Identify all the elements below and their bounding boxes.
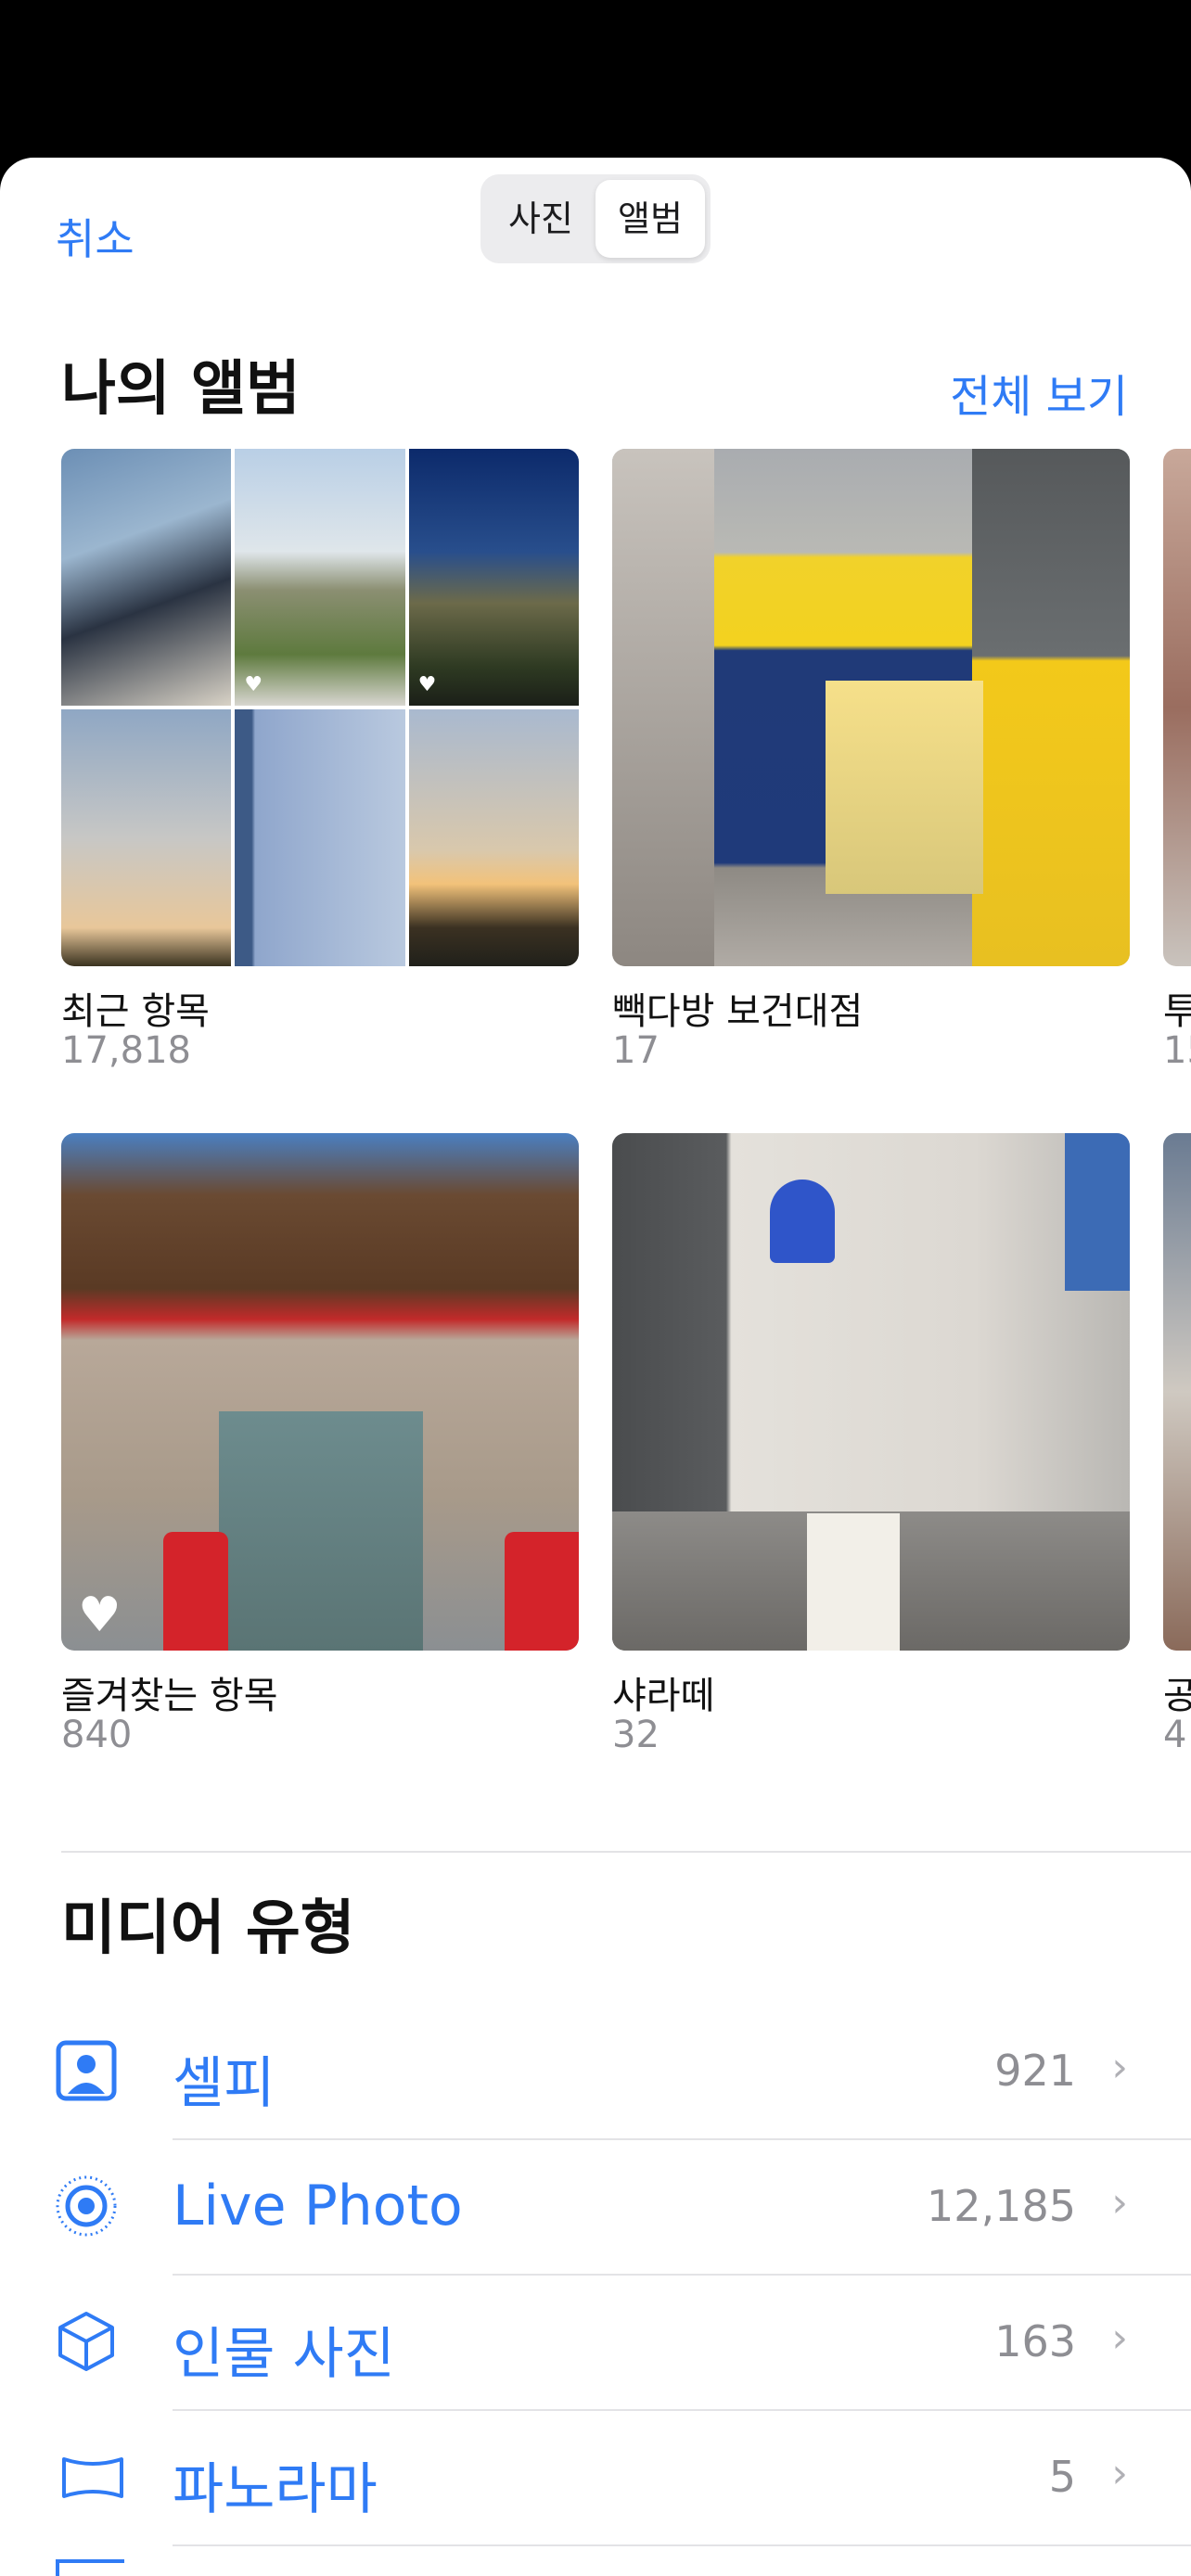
album-count: 17: [612, 1029, 660, 1072]
panorama-icon: [62, 2457, 123, 2498]
favorite-heart-icon: ♥: [78, 1588, 122, 1643]
album-name: 최근 항목: [61, 990, 210, 1033]
row-divider: [173, 2544, 1191, 2546]
media-row-count: 163: [994, 2316, 1076, 2366]
media-row-label: 인물 사진: [173, 2322, 395, 2387]
segmented-control: 사진 앨범: [480, 174, 711, 263]
chevron-right-icon: ›: [1111, 2179, 1128, 2226]
live-photo-icon: [56, 2175, 117, 2237]
media-row-count: 5: [1048, 2452, 1076, 2502]
chevron-right-icon: ›: [1111, 2044, 1128, 2091]
album-thumbnail-partial[interactable]: [1163, 449, 1191, 966]
segment-photos[interactable]: 사진: [486, 180, 596, 258]
segment-albums[interactable]: 앨범: [596, 180, 705, 258]
favorite-heart-icon: ♥: [417, 673, 437, 696]
album-thumbnail-favorites[interactable]: ♥: [61, 1133, 579, 1651]
album-thumbnail-building[interactable]: [612, 1133, 1130, 1651]
album-thumbnail-partial[interactable]: [1163, 1133, 1191, 1651]
selfie-icon: [56, 2040, 117, 2101]
chevron-right-icon: ›: [1111, 2450, 1128, 2497]
media-row-count: 921: [994, 2046, 1076, 2096]
media-row-label: 셀피: [173, 2051, 275, 2116]
album-name: 공: [1163, 1675, 1191, 1717]
album-name: 투: [1163, 990, 1191, 1033]
portrait-cube-icon: [58, 2312, 114, 2371]
favorite-heart-icon: ♥: [244, 673, 263, 696]
album-picker-sheet: 취소 사진 앨범 나의 앨범 전체 보기 ♥ ♥ 최근 항목 17,818 빽다…: [0, 158, 1191, 2576]
album-name: 샤라떼: [612, 1675, 715, 1717]
album-count: 17,818: [61, 1029, 191, 1072]
media-row-count: 12,185: [927, 2181, 1076, 2231]
album-thumbnail-recents[interactable]: ♥ ♥: [61, 449, 579, 966]
media-row-selfies[interactable]: 셀피 921 ›: [0, 2003, 1191, 2138]
section-divider: [61, 1851, 1191, 1853]
media-row-portraits[interactable]: 인물 사진 163 ›: [0, 2274, 1191, 2409]
album-count: 32: [612, 1714, 660, 1756]
media-types-title: 미디어 유형: [61, 1894, 355, 1963]
album-thumbnail-paiks[interactable]: [612, 449, 1130, 966]
see-all-button[interactable]: 전체 보기: [950, 360, 1128, 425]
media-row-panoramas[interactable]: 파노라마 5 ›: [0, 2409, 1191, 2544]
my-albums-title: 나의 앨범: [61, 355, 301, 424]
album-name: 빽다방 보건대점: [612, 990, 864, 1033]
cancel-button[interactable]: 취소: [56, 206, 134, 267]
media-row-label: Live Photo: [173, 2174, 463, 2238]
next-row-icon: [56, 2559, 124, 2576]
album-name: 즐겨찾는 항목: [61, 1675, 278, 1717]
album-count: 15: [1163, 1029, 1191, 1072]
album-count: 840: [61, 1714, 133, 1756]
media-row-live-photos[interactable]: Live Photo 12,185 ›: [0, 2138, 1191, 2274]
album-count: 4: [1163, 1714, 1187, 1756]
chevron-right-icon: ›: [1111, 2315, 1128, 2362]
media-row-label: 파노라마: [173, 2457, 378, 2522]
